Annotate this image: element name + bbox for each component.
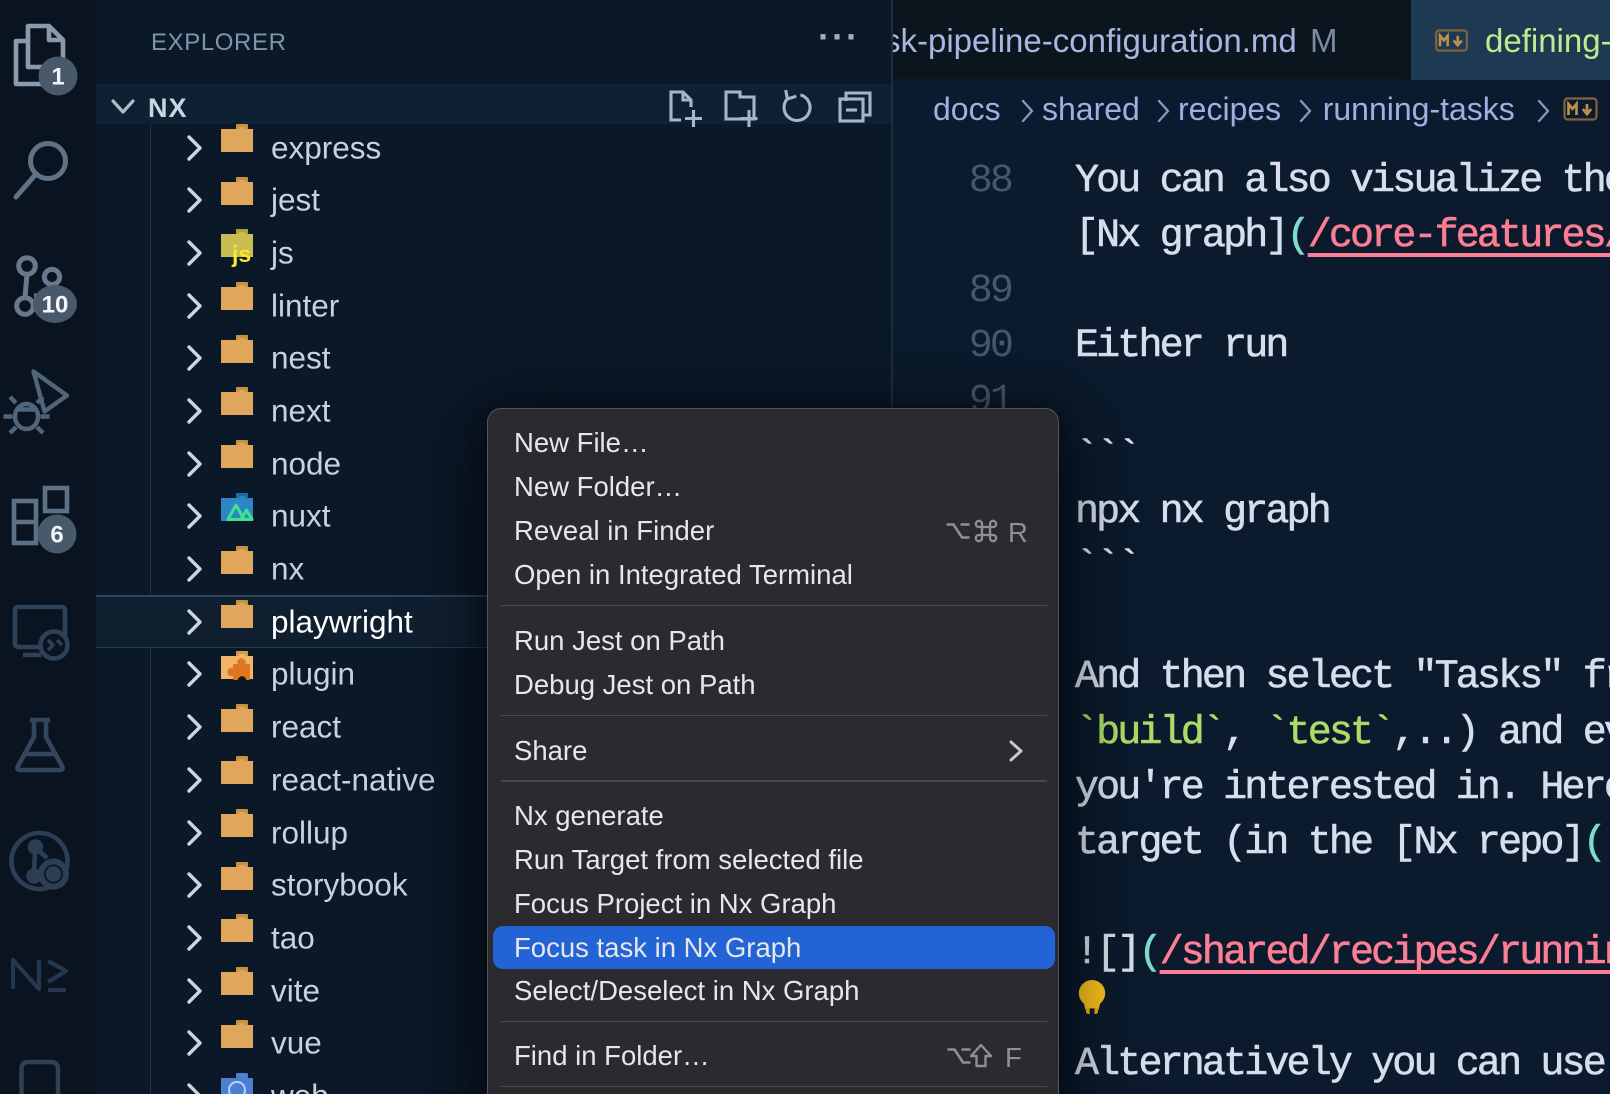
svg-text:6: 6 [50, 522, 63, 549]
svg-text:10: 10 [42, 292, 69, 319]
svg-text:js: js [231, 241, 251, 267]
svg-text:1: 1 [51, 64, 64, 91]
